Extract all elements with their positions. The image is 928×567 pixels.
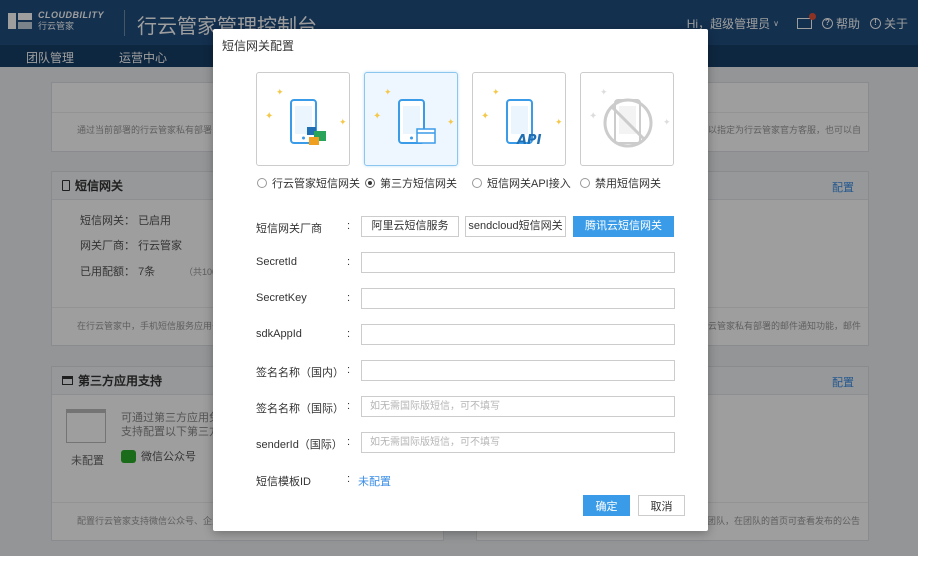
svg-text:✦: ✦ xyxy=(339,118,347,128)
svg-text:✦: ✦ xyxy=(373,111,381,122)
option-label-disabled: 禁用短信网关 xyxy=(595,178,661,190)
phone-brand-icon: ✦ ✦ ✦ xyxy=(265,88,347,145)
radio-disabled[interactable] xyxy=(580,178,590,188)
sdkappid-input[interactable] xyxy=(361,324,675,345)
cancel-button[interactable]: 取消 xyxy=(638,495,685,516)
secretid-colon: : xyxy=(347,256,351,268)
sms-config-modal: 短信网关配置 ✦ ✦ ✦ ✦ ✦ ✦ ✦ ✦ ✦ API ✦ ✦ ✦ 行云管家短… xyxy=(213,29,708,531)
radio-option-third-party[interactable]: 第三方短信网关 xyxy=(365,175,457,191)
sdkappid-label: sdkAppId xyxy=(256,328,302,340)
option-label-builtin: 行云管家短信网关 xyxy=(272,178,360,190)
option-card-third-party[interactable]: ✦ ✦ ✦ xyxy=(364,72,458,166)
sign-intl-colon: : xyxy=(347,400,351,412)
secretid-input[interactable] xyxy=(361,252,675,273)
radio-option-disabled[interactable]: 禁用短信网关 xyxy=(580,175,661,191)
secretkey-label: SecretKey xyxy=(256,292,307,304)
secretkey-input[interactable] xyxy=(361,288,675,309)
secretkey-colon: : xyxy=(347,292,351,304)
svg-text:✦: ✦ xyxy=(276,88,284,98)
vendor-aliyun-button[interactable]: 阿里云短信服务 xyxy=(361,216,459,237)
vendor-colon: : xyxy=(347,220,351,232)
svg-text:✦: ✦ xyxy=(481,111,489,122)
phone-disabled-icon: ✦ ✦ ✦ xyxy=(589,88,671,148)
option-label-api: 短信网关API接入 xyxy=(487,178,571,190)
svg-text:✦: ✦ xyxy=(589,111,597,122)
radio-option-builtin[interactable]: 行云管家短信网关 xyxy=(257,175,360,191)
sign-intl-input[interactable] xyxy=(361,396,675,417)
svg-text:✦: ✦ xyxy=(492,88,500,98)
radio-option-api[interactable]: 短信网关API接入 xyxy=(472,175,571,191)
sign-domestic-label: 签名名称（国内） xyxy=(256,367,344,379)
svg-text:API: API xyxy=(516,133,542,148)
radio-builtin[interactable] xyxy=(257,178,267,188)
senderid-input[interactable] xyxy=(361,432,675,453)
vendor-sendcloud-button[interactable]: sendcloud短信网关 xyxy=(465,216,566,237)
radio-third-party[interactable] xyxy=(365,178,375,188)
sign-domestic-colon: : xyxy=(347,364,351,376)
senderid-colon: : xyxy=(347,436,351,448)
vendor-label: 短信网关厂商 xyxy=(256,223,322,235)
option-card-disabled[interactable]: ✦ ✦ ✦ xyxy=(580,72,674,166)
svg-text:✦: ✦ xyxy=(265,111,273,122)
option-card-api[interactable]: ✦ ✦ ✦ API xyxy=(472,72,566,166)
secretid-label: SecretId xyxy=(256,256,297,268)
svg-text:✦: ✦ xyxy=(600,88,608,98)
svg-text:✦: ✦ xyxy=(384,88,392,98)
sign-domestic-input[interactable] xyxy=(361,360,675,381)
template-id-label: 短信模板ID xyxy=(256,476,311,488)
phone-api-icon: ✦ ✦ ✦ API xyxy=(481,88,563,148)
radio-api[interactable] xyxy=(472,178,482,188)
option-label-third-party: 第三方短信网关 xyxy=(380,178,457,190)
template-id-colon: : xyxy=(347,473,351,485)
confirm-button[interactable]: 确定 xyxy=(583,495,630,516)
svg-text:✦: ✦ xyxy=(663,118,671,128)
vendor-tencent-button[interactable]: 腾讯云短信网关 xyxy=(573,216,674,237)
phone-window-icon: ✦ ✦ ✦ xyxy=(373,88,455,144)
option-card-builtin[interactable]: ✦ ✦ ✦ xyxy=(256,72,350,166)
template-id-link[interactable]: 未配置 xyxy=(358,473,391,489)
sign-intl-label: 签名名称（国际） xyxy=(256,403,344,415)
sdkappid-colon: : xyxy=(347,328,351,340)
svg-text:✦: ✦ xyxy=(447,118,455,128)
modal-title: 短信网关配置 xyxy=(222,39,295,53)
senderid-label: senderId（国际） xyxy=(256,439,343,451)
svg-text:✦: ✦ xyxy=(555,118,563,128)
